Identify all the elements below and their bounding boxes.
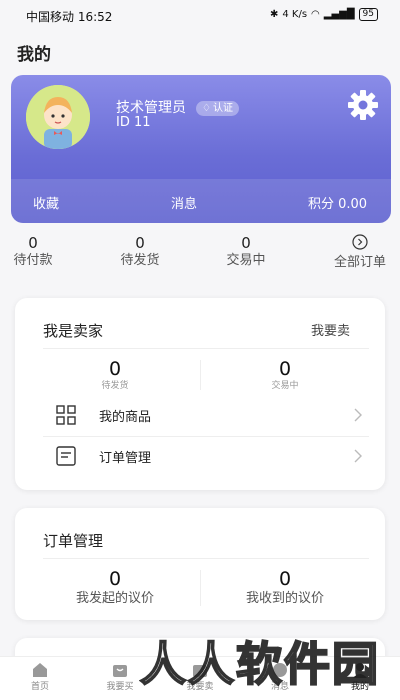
received-label: 我收到的议价 [245,591,324,606]
pending-payment-count: 0 [28,234,38,252]
chevron-right-icon [354,449,362,463]
pending-payment[interactable]: 0 待付款 [0,234,68,270]
clock: 16:52 [77,10,113,24]
battery-icon: 95 [358,8,378,21]
profile-links: 收藏 消息 积分 0.00 [11,179,391,223]
verified-badge: ♢ 认证 [196,101,239,116]
tab-home[interactable]: 首页 [10,661,70,692]
points-link[interactable]: 积分 0.00 [308,193,367,212]
in-transaction-count: 0 [241,234,251,252]
bargain-card: 订单管理 0 我发起的议价 0 我收到的议价 [15,508,385,620]
diamond-icon: ♢ [202,103,211,114]
initiated-bargains[interactable]: 0 我发起的议价 [65,568,165,608]
user-name: 技术管理员 [116,100,186,116]
order-summary: 0 待付款 0 待发货 0 交易中 全部订单 [0,234,400,274]
initiated-label: 我发起的议价 [75,591,154,606]
vertical-divider [200,570,201,606]
divider [43,558,369,559]
status-bar: 中国移动 16:52 ✱ 4 K/s ◠ ▂▄▆█ 95 [0,0,400,30]
tab-home-label: 首页 [30,682,49,692]
grid-icon [56,405,76,425]
chevron-right-icon [354,408,362,422]
order-management-label: 订单管理 [99,451,152,466]
seller-pending-count: 0 [108,358,122,380]
favorites-link[interactable]: 收藏 [33,193,59,212]
all-orders-label: 全部订单 [333,255,386,270]
watermark: 人人软件园 [139,636,380,692]
seller-title: 我是卖家 [43,322,104,340]
all-orders[interactable]: 全部订单 [325,234,395,272]
pending-shipment-label: 待发货 [120,253,160,268]
avatar[interactable] [26,85,90,149]
chevron-circle-icon [325,234,395,254]
pending-shipment-count: 0 [135,234,145,252]
wifi-icon: ◠ [311,9,320,20]
divider [43,348,369,349]
page-title: 我的 [17,45,51,65]
my-products-label: 我的商品 [99,410,152,425]
seller-transaction-label: 交易中 [271,381,299,391]
vertical-divider [200,360,201,390]
pending-shipment[interactable]: 0 待发货 [105,234,175,270]
messages-link[interactable]: 消息 [171,193,197,212]
bluetooth-icon: ✱ [269,9,279,20]
received-count: 0 [278,568,292,590]
carrier: 中国移动 [26,10,75,24]
home-icon [33,663,47,677]
avatar-illustration [26,85,90,149]
net-speed: 4 K/s [282,9,308,20]
seller-in-transaction[interactable]: 0 交易中 [255,358,315,392]
gear-icon[interactable] [347,89,379,121]
status-carrier-time: 中国移动 16:52 [26,8,112,25]
menu-my-products[interactable]: 我的商品 [43,396,369,436]
received-bargains[interactable]: 0 我收到的议价 [235,568,335,608]
list-icon [56,446,76,466]
profile-card: 技术管理员 ♢ 认证 ID 11 收藏 消息 积分 0.00 [11,75,391,223]
menu-order-management[interactable]: 订单管理 [43,437,369,477]
bag-icon [113,665,127,677]
initiated-count: 0 [108,568,122,590]
seller-pending-label: 待发货 [101,381,129,391]
pending-payment-label: 待付款 [13,253,53,268]
in-transaction-label: 交易中 [226,253,266,268]
sell-link[interactable]: 我要卖 [311,320,350,339]
user-id: ID 11 [116,115,151,130]
status-icons: ✱ 4 K/s ◠ ▂▄▆█ 95 [270,8,378,21]
verified-label: 认证 [212,103,233,114]
seller-card: 我是卖家 我要卖 0 待发货 0 交易中 我的商品 订单管理 [15,298,385,490]
seller-pending-shipment[interactable]: 0 待发货 [85,358,145,392]
in-transaction[interactable]: 0 交易中 [211,234,281,270]
signal-icon: ▂▄▆█ [323,9,355,20]
bargain-title: 订单管理 [43,532,104,550]
tab-buy-label: 我要买 [106,682,134,692]
seller-transaction-count: 0 [278,358,292,380]
